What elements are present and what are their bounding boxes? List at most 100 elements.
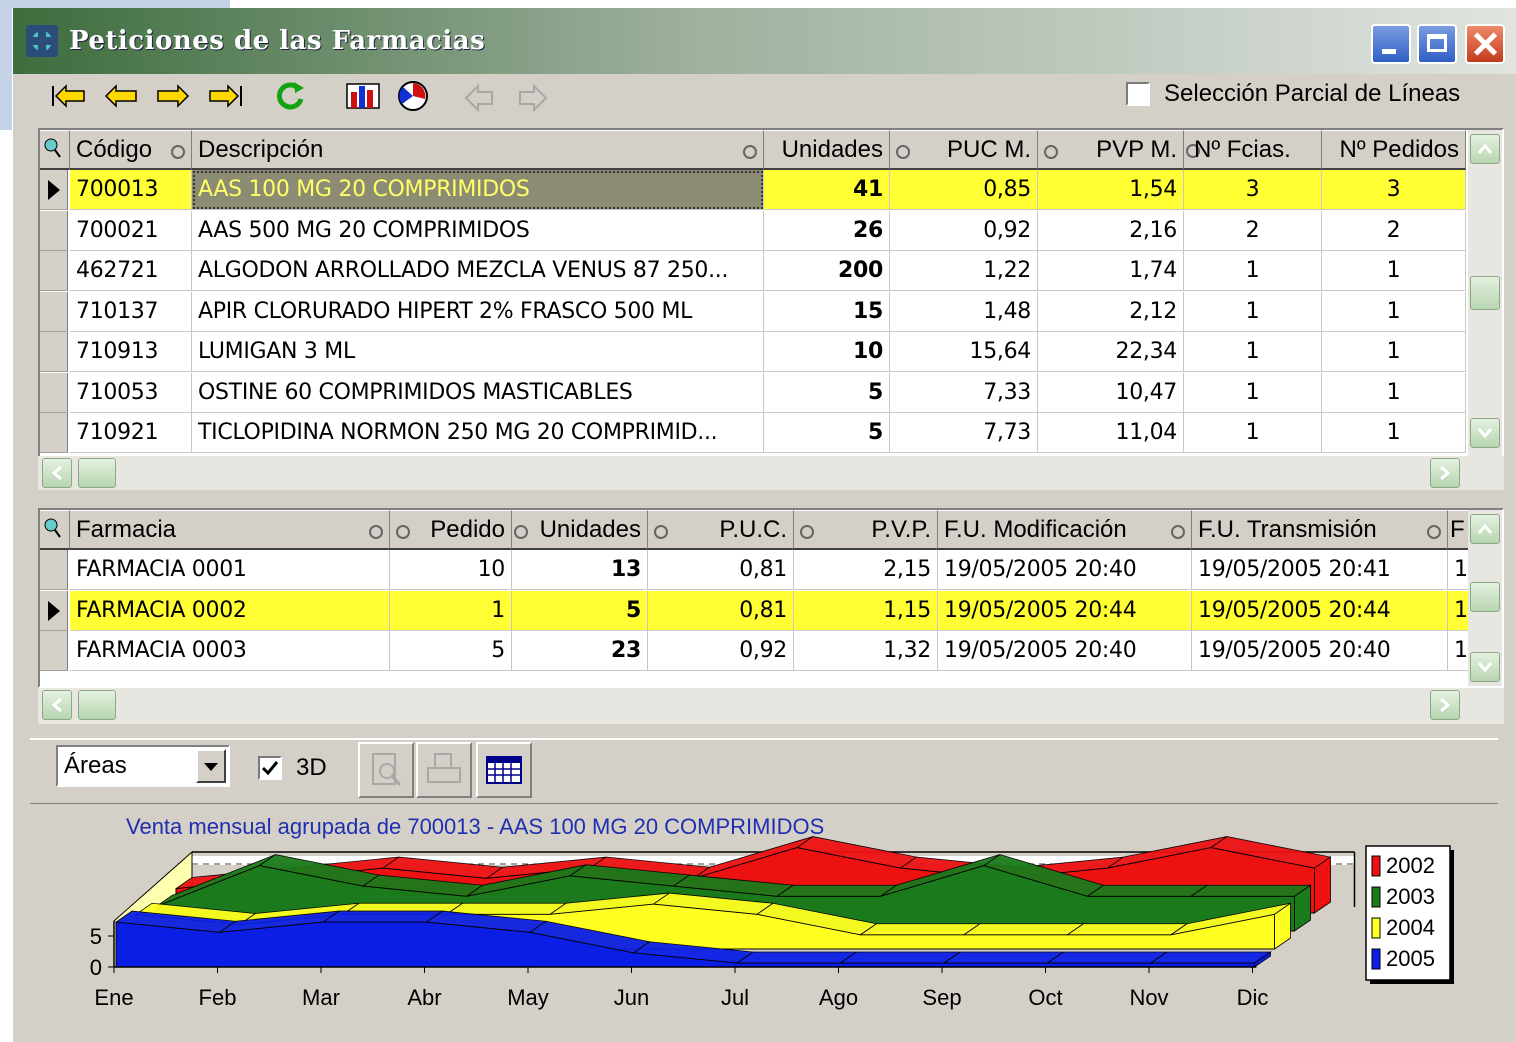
cell-pvp[interactable]: 2,16	[1038, 210, 1184, 251]
cell-orders[interactable]: 1	[1322, 251, 1466, 291]
cell-pharmacies[interactable]: 1	[1184, 251, 1322, 291]
cell-pharmacies[interactable]: 1	[1184, 291, 1322, 332]
cell-modified[interactable]: 19/05/2005 20:40	[938, 631, 1192, 671]
cell-pvp[interactable]: 1,32	[794, 631, 938, 671]
cell-units[interactable]: 41	[764, 170, 890, 210]
row-selector[interactable]	[40, 590, 68, 631]
cell-units[interactable]: 23	[512, 631, 648, 671]
product-row[interactable]: 700013 AAS 100 MG 20 COMPRIMIDOS 41 0,85 1,5…	[40, 170, 1466, 210]
cell-orders[interactable]: 1	[1322, 332, 1466, 372]
cell-units[interactable]: 15	[764, 291, 890, 332]
pharmacies-vscroll[interactable]	[1468, 510, 1502, 686]
cell-description[interactable]: AAS 100 MG 20 COMPRIMIDOS	[192, 170, 764, 210]
cell-modified[interactable]: 19/05/2005 20:40	[938, 550, 1192, 590]
cell-pvp[interactable]: 11,04	[1038, 413, 1184, 453]
cell-puc[interactable]: 15,64	[890, 332, 1038, 372]
col-header-ph-units[interactable]: Unidades	[512, 510, 648, 550]
prev-record-icon[interactable]	[104, 80, 140, 112]
search-icon[interactable]	[40, 511, 66, 547]
products-hscroll[interactable]	[38, 456, 1504, 490]
product-row[interactable]: 710053 OSTINE 60 COMPRIMIDOS MASTICABLES 5…	[40, 372, 1466, 413]
row-selector[interactable]	[40, 631, 68, 671]
cell-puc[interactable]: 0,92	[890, 210, 1038, 251]
row-selector[interactable]	[40, 550, 68, 590]
data-table-button[interactable]	[476, 742, 532, 798]
last-record-icon[interactable]	[204, 80, 244, 112]
col-header-units[interactable]: Unidades	[764, 130, 890, 170]
partial-selection-option[interactable]: Selección Parcial de Líneas	[1126, 80, 1460, 108]
refresh-icon[interactable]	[270, 80, 310, 112]
col-header-transmitted[interactable]: F.U. Transmisión	[1192, 510, 1448, 550]
cell-pharmacy[interactable]: FARMACIA 0001	[70, 550, 390, 590]
cell-orders[interactable]: 2	[1322, 210, 1466, 251]
three-d-option[interactable]: 3D	[258, 754, 327, 782]
hscroll-thumb[interactable]	[78, 690, 116, 720]
col-header-code[interactable]: Código	[70, 130, 192, 170]
product-row[interactable]: 462721 ALGODON ARROLLADO MEZCLA VENUS 87 …	[40, 251, 1466, 291]
cell-pharmacies[interactable]: 1	[1184, 372, 1322, 413]
pharmacies-hscroll[interactable]	[38, 688, 1504, 724]
scroll-thumb[interactable]	[1470, 276, 1500, 310]
partial-selection-checkbox[interactable]	[1126, 82, 1150, 106]
cell-transmitted[interactable]: 19/05/2005 20:40	[1192, 631, 1448, 671]
product-row[interactable]: 710913 LUMIGAN 3 ML 10 15,64 22,34 1 1	[40, 332, 1466, 372]
cell-units[interactable]: 200	[764, 251, 890, 291]
cell-puc[interactable]: 0,85	[890, 170, 1038, 210]
cell-order[interactable]: 1	[390, 590, 512, 631]
cell-description[interactable]: TICLOPIDINA NORMON 250 MG 20 COMPRIMID..…	[192, 413, 764, 453]
cell-orders[interactable]: 3	[1322, 170, 1466, 210]
col-header-ph-pvp[interactable]: P.V.P.	[794, 510, 938, 550]
cell-extra[interactable]: 1	[1448, 631, 1470, 671]
cell-code[interactable]: 710913	[70, 332, 192, 372]
col-header-modified[interactable]: F.U. Modificación	[938, 510, 1192, 550]
cell-pharmacies[interactable]: 2	[1184, 210, 1322, 251]
cell-description[interactable]: AAS 500 MG 20 COMPRIMIDOS	[192, 210, 764, 251]
cell-pvp[interactable]: 10,47	[1038, 372, 1184, 413]
scroll-up-button[interactable]	[1470, 514, 1500, 544]
cell-description[interactable]: ALGODON ARROLLADO MEZCLA VENUS 87 250...	[192, 251, 764, 291]
cell-code[interactable]: 710921	[70, 413, 192, 453]
col-header-pvp[interactable]: PVP M.	[1038, 130, 1184, 170]
cell-code[interactable]: 462721	[70, 251, 192, 291]
cell-puc[interactable]: 0,81	[648, 550, 794, 590]
row-selector[interactable]	[40, 251, 68, 291]
cell-puc[interactable]: 0,81	[648, 590, 794, 631]
cell-orders[interactable]: 1	[1322, 413, 1466, 453]
pharmacy-row[interactable]: FARMACIA 0002 1 5 0,81 1,15 19/05/2005 20:44 1…	[40, 590, 1470, 631]
scroll-thumb[interactable]	[1470, 582, 1500, 612]
scroll-down-button[interactable]	[1470, 418, 1500, 448]
search-icon[interactable]	[40, 131, 66, 167]
col-header-puc[interactable]: PUC M.	[890, 130, 1038, 170]
cell-description[interactable]: LUMIGAN 3 ML	[192, 332, 764, 372]
product-row[interactable]: 700021 AAS 500 MG 20 COMPRIMIDOS 26 0,92 2,1…	[40, 210, 1466, 251]
cell-code[interactable]: 710053	[70, 372, 192, 413]
products-vscroll[interactable]	[1468, 130, 1502, 456]
cell-description[interactable]: APIR CLORURADO HIPERT 2% FRASCO 500 ML	[192, 291, 764, 332]
cell-units[interactable]: 26	[764, 210, 890, 251]
pharmacies-grid[interactable]: Farmacia Pedido Unidades P.U.C. P.V.P. F…	[38, 508, 1504, 688]
hscroll-thumb[interactable]	[78, 458, 116, 488]
scroll-right-button[interactable]	[1430, 690, 1460, 720]
cell-pvp[interactable]: 1,15	[794, 590, 938, 631]
product-row[interactable]: 710921 TICLOPIDINA NORMON 250 MG 20 COMPR…	[40, 413, 1466, 453]
col-header-orders[interactable]: Nº Pedidos	[1322, 130, 1466, 170]
products-grid[interactable]: Código Descripción Unidades PUC M. PVP M…	[38, 128, 1504, 458]
scroll-right-button[interactable]	[1430, 458, 1460, 488]
cell-pharmacies[interactable]: 1	[1184, 413, 1322, 453]
cell-code[interactable]: 710137	[70, 291, 192, 332]
cell-extra[interactable]: 1	[1448, 590, 1470, 631]
cell-puc[interactable]: 0,92	[648, 631, 794, 671]
col-header-pharmacy[interactable]: Farmacia	[70, 510, 390, 550]
cell-units[interactable]: 13	[512, 550, 648, 590]
product-row[interactable]: 710137 APIR CLORURADO HIPERT 2% FRASCO 50…	[40, 291, 1466, 332]
cell-pvp[interactable]: 2,12	[1038, 291, 1184, 332]
cell-code[interactable]: 700021	[70, 210, 192, 251]
scroll-down-button[interactable]	[1470, 652, 1500, 682]
minimize-button[interactable]	[1371, 24, 1411, 64]
close-button[interactable]	[1465, 24, 1505, 64]
col-header-ph-puc[interactable]: P.U.C.	[648, 510, 794, 550]
chart-icon[interactable]	[344, 80, 382, 112]
cell-transmitted[interactable]: 19/05/2005 20:41	[1192, 550, 1448, 590]
three-d-checkbox[interactable]	[258, 756, 282, 780]
maximize-button[interactable]	[1417, 24, 1457, 64]
